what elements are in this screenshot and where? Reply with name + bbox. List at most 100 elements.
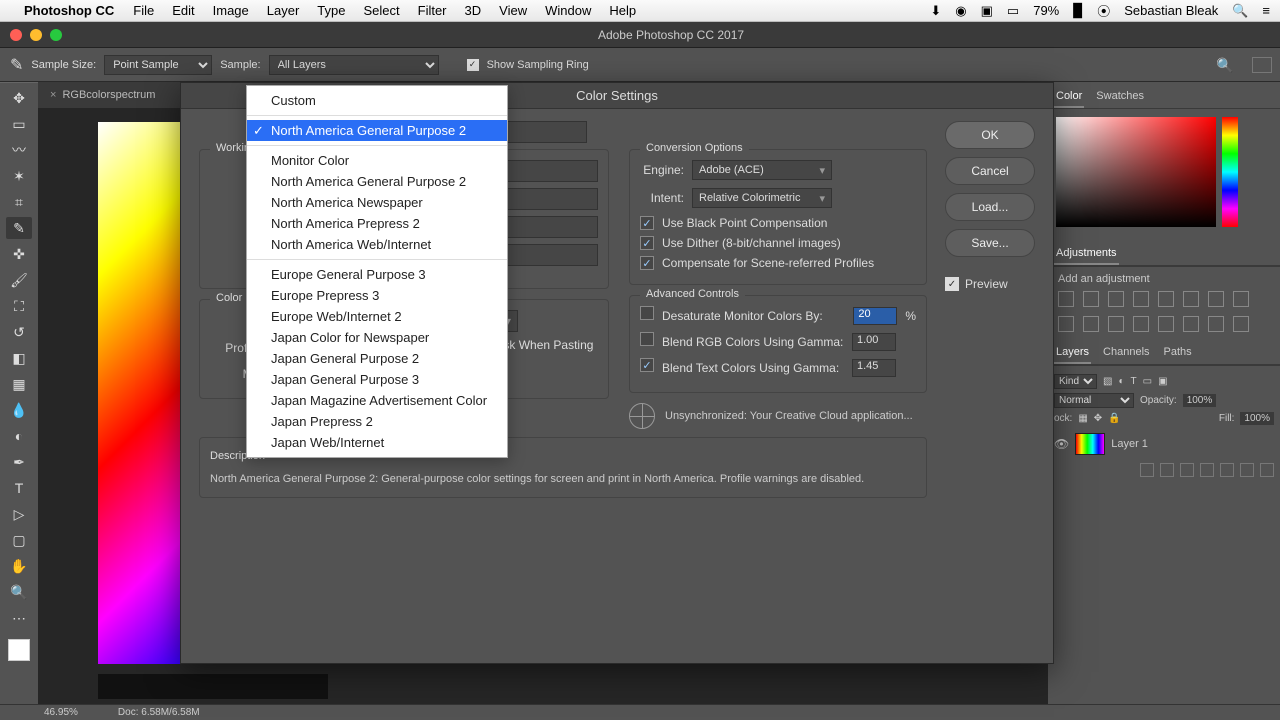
dropdown-item[interactable]: Japan Prepress 2 [247,411,507,432]
sample-select[interactable]: All Layers [269,55,439,75]
sample-size-select[interactable]: Point Sample [104,55,212,75]
dropdown-item[interactable]: North America Web/Internet [247,234,507,255]
adj-threshold-icon[interactable] [1183,316,1199,332]
menu-layer[interactable]: Layer [267,3,300,18]
adj-layer-icon[interactable] [1200,463,1214,477]
menu-type[interactable]: Type [317,3,345,18]
adj-curves-icon[interactable] [1108,291,1124,307]
document-tab[interactable]: RGBcolorspectrum [62,89,155,101]
menu-3d[interactable]: 3D [465,3,482,18]
marquee-tool[interactable]: ▭ [6,113,32,135]
lock-all-icon[interactable]: 🔒 [1108,413,1120,424]
sync-icon[interactable]: ◉ [955,3,966,19]
more-tools[interactable]: ⋯ [6,607,32,629]
compensate-checkbox[interactable] [640,256,654,270]
spotlight-icon[interactable]: 🔍 [1232,3,1248,19]
desat-input[interactable]: 20 [853,307,897,325]
display-icon[interactable]: ▭ [1007,3,1019,19]
adj-invert-icon[interactable] [1133,316,1149,332]
layer-name[interactable]: Layer 1 [1111,438,1148,450]
layer-row[interactable]: 👁 Layer 1 [1054,433,1274,455]
filter-type-icon[interactable]: T [1131,376,1137,387]
menu-window[interactable]: Window [545,3,591,18]
preview-checkbox[interactable]: ✓ [945,277,959,291]
menu-image[interactable]: Image [213,3,249,18]
layer-thumbnail[interactable] [1075,433,1105,455]
blur-tool[interactable]: 💧 [6,399,32,421]
bpc-checkbox[interactable] [640,216,654,230]
battery-icon[interactable]: 79% [1033,3,1059,18]
adj-photofilter-icon[interactable] [1058,316,1074,332]
ok-button[interactable]: OK [945,121,1035,149]
dropdown-item[interactable]: Japan Magazine Advertisement Color [247,390,507,411]
adj-levels-icon[interactable] [1083,291,1099,307]
menu-edit[interactable]: Edit [172,3,194,18]
dropdown-item[interactable]: Monitor Color [247,150,507,171]
fill-value[interactable]: 100% [1240,412,1274,425]
blend-rgb-checkbox[interactable] [640,332,654,346]
blend-text-input[interactable]: 1.45 [852,359,896,377]
opacity-value[interactable]: 100% [1183,394,1217,407]
download-icon[interactable]: ⬇︎ [930,3,941,19]
fx-icon[interactable] [1160,463,1174,477]
adj-channelmix-icon[interactable] [1083,316,1099,332]
minimize-window-button[interactable] [30,29,42,41]
brush-tool[interactable]: 🖌 [6,269,32,291]
clone-tool[interactable]: ⛶ [6,295,32,317]
eyedropper-tool[interactable]: ✎ [6,217,32,239]
intent-select[interactable]: Relative Colorimetric [692,188,832,208]
lock-pixels-icon[interactable]: ▦ [1078,413,1087,424]
adj-lookup-icon[interactable] [1108,316,1124,332]
tab-layers[interactable]: Layers [1054,342,1091,364]
new-layer-icon[interactable] [1240,463,1254,477]
cancel-button[interactable]: Cancel [945,157,1035,185]
load-button[interactable]: Load... [945,193,1035,221]
filter-adj-icon[interactable]: ◐ [1118,376,1124,387]
adj-posterize-icon[interactable] [1158,316,1174,332]
blend-mode-select[interactable]: Normal [1054,393,1134,408]
pen-tool[interactable]: ✒ [6,451,32,473]
tab-adjustments[interactable]: Adjustments [1054,243,1119,265]
crop-tool[interactable]: ⌗ [6,191,32,213]
dropdown-item-selected[interactable]: North America General Purpose 2 [247,120,507,141]
mask-icon[interactable] [1180,463,1194,477]
tab-channels[interactable]: Channels [1101,342,1151,364]
quick-select-tool[interactable]: ✶ [6,165,32,187]
zoom-tool[interactable]: 🔍 [6,581,32,603]
color-field[interactable] [1056,117,1216,227]
layer-kind-select[interactable]: Kind [1054,374,1097,389]
dodge-tool[interactable]: ◐ [6,425,32,447]
tab-swatches[interactable]: Swatches [1094,86,1146,108]
dropdown-item[interactable]: Japan General Purpose 3 [247,369,507,390]
dropdown-item-custom[interactable]: Custom [247,90,507,111]
zoom-level[interactable]: 46.95% [44,707,78,718]
adj-brightness-icon[interactable] [1058,291,1074,307]
lock-position-icon[interactable]: ✥ [1094,413,1102,424]
visibility-icon[interactable]: 👁 [1054,437,1069,451]
frame-icon[interactable] [1252,57,1272,73]
tab-close-icon[interactable]: × [50,89,56,101]
menu-file[interactable]: File [133,3,154,18]
dropdown-item[interactable]: North America Newspaper [247,192,507,213]
hue-slider[interactable] [1222,117,1238,227]
link-icon[interactable] [1140,463,1154,477]
eraser-tool[interactable]: ◧ [6,347,32,369]
adj-bw-icon[interactable] [1233,291,1249,307]
dropdown-item[interactable]: Europe General Purpose 3 [247,264,507,285]
tab-paths[interactable]: Paths [1162,342,1194,364]
gradient-tool[interactable]: ▦ [6,373,32,395]
dropdown-item[interactable]: Japan Color for Newspaper [247,327,507,348]
zoom-window-button[interactable] [50,29,62,41]
history-brush-tool[interactable]: ↺ [6,321,32,343]
hand-tool[interactable]: ✋ [6,555,32,577]
dropdown-item[interactable]: North America Prepress 2 [247,213,507,234]
close-window-button[interactable] [10,29,22,41]
username[interactable]: Sebastian Bleak [1124,3,1218,18]
dither-checkbox[interactable] [640,236,654,250]
filter-image-icon[interactable]: ▧ [1103,376,1112,387]
dropdown-item[interactable]: Europe Prepress 3 [247,285,507,306]
group-icon[interactable] [1220,463,1234,477]
save-button[interactable]: Save... [945,229,1035,257]
adj-selective-icon[interactable] [1233,316,1249,332]
adj-hue-icon[interactable] [1183,291,1199,307]
